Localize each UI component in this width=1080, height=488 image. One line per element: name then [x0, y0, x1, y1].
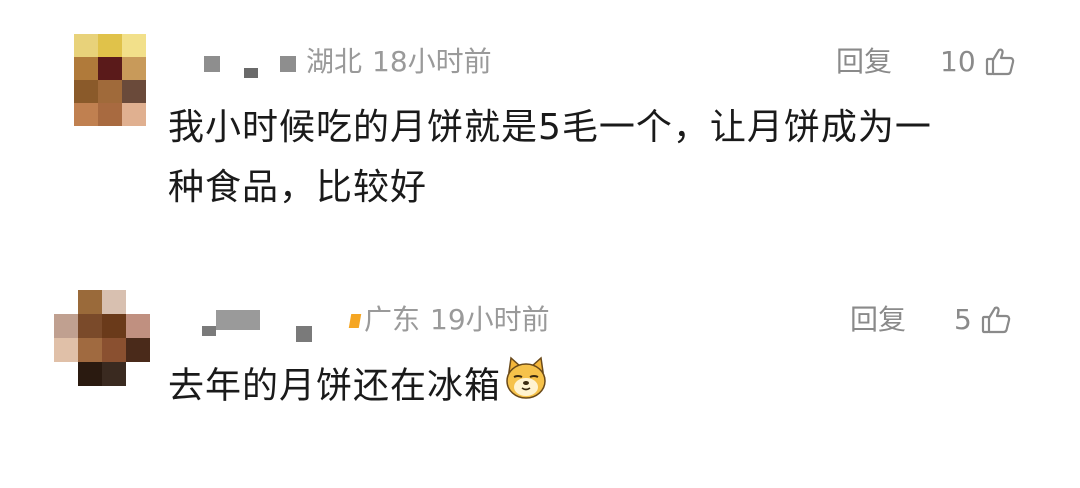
avatar-pixel: [78, 338, 102, 362]
comment-item: 广东 19小时前 回复 5 去年的月饼还在冰箱: [0, 0, 1080, 488]
doge-emoji-icon: [503, 356, 549, 419]
avatar-pixel: [126, 338, 150, 362]
avatar[interactable]: [54, 290, 150, 386]
comment-meta: 广东 19小时前: [348, 302, 550, 338]
avatar-pixel: [54, 338, 78, 362]
avatar-pixel: [54, 314, 78, 338]
avatar-pixel: [126, 290, 150, 314]
like-button[interactable]: 5: [954, 302, 1012, 338]
mosaic-block: [202, 326, 216, 336]
avatar-pixel: [126, 362, 150, 386]
username-mosaic[interactable]: [200, 306, 320, 342]
avatar-pixel: [126, 314, 150, 338]
like-count: 5: [954, 303, 972, 336]
timestamp: 19小时前: [430, 303, 550, 336]
avatar-pixel: [78, 362, 102, 386]
location-text: 广东: [364, 303, 421, 336]
avatar-pixel: [102, 338, 126, 362]
thumbs-up-icon: [981, 306, 1011, 334]
mosaic-block: [216, 310, 260, 330]
location-tag-icon: [348, 314, 362, 328]
avatar-pixel: [102, 362, 126, 386]
avatar-pixel: [102, 290, 126, 314]
mosaic-block: [296, 326, 312, 342]
reply-button[interactable]: 回复: [850, 302, 906, 338]
avatar-pixel: [54, 290, 78, 314]
comment-text-line: 去年的月饼还在冰箱: [168, 365, 502, 407]
avatar-pixel: [54, 362, 78, 386]
avatar-pixel: [78, 290, 102, 314]
avatar-pixel: [102, 314, 126, 338]
avatar-pixel: [78, 314, 102, 338]
comment-text: 去年的月饼还在冰箱: [168, 356, 549, 419]
